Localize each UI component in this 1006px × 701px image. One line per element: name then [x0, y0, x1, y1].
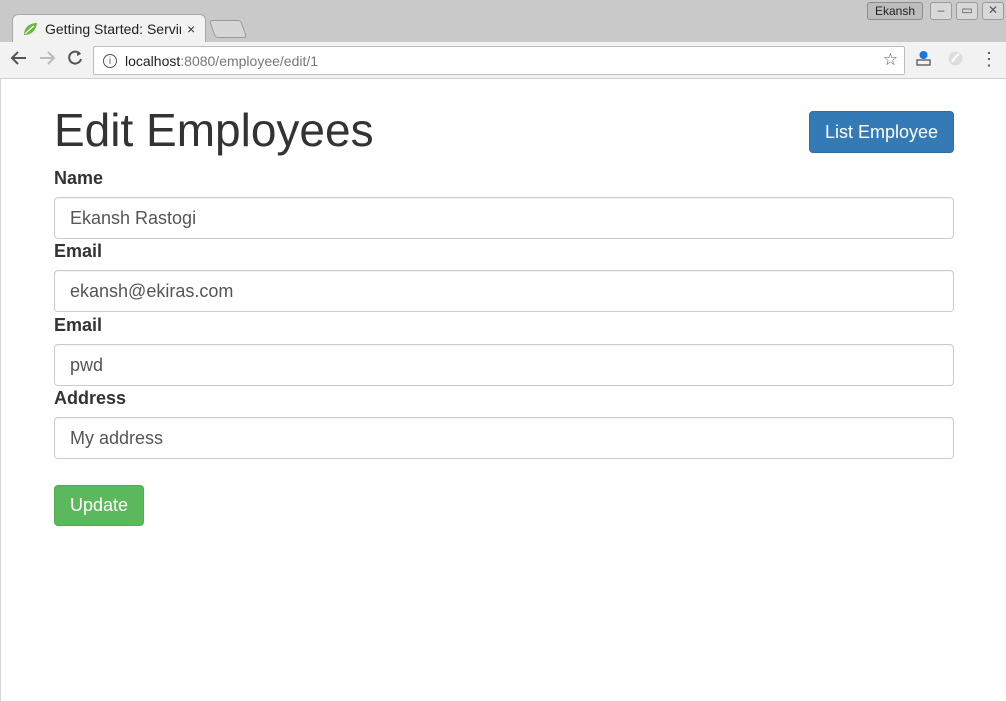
- extension-icon[interactable]: [915, 50, 932, 67]
- tab-close-icon[interactable]: ×: [187, 21, 195, 37]
- password-label: Email: [54, 315, 103, 335]
- email-label: Email: [54, 241, 103, 261]
- url-text[interactable]: localhost:8080/employee/edit/1: [125, 53, 318, 69]
- email-input[interactable]: ekansh@ekiras.com: [54, 270, 954, 312]
- minimize-button[interactable]: –: [930, 2, 952, 20]
- new-tab-button[interactable]: [208, 20, 248, 38]
- close-window-button[interactable]: ✕: [982, 2, 1004, 20]
- browser-title-bar: Getting Started: Serving Web Content × E…: [0, 0, 1006, 43]
- reload-icon[interactable]: [64, 49, 86, 71]
- address-bar[interactable]: i localhost:8080/employee/edit/1 ☆: [93, 46, 905, 75]
- tab-title: Getting Started: Serving Web Content: [45, 21, 181, 37]
- info-icon[interactable]: i: [103, 53, 117, 68]
- password-input[interactable]: pwd: [54, 344, 954, 386]
- back-arrow-icon[interactable]: [8, 49, 30, 71]
- name-input[interactable]: Ekansh Rastogi: [54, 197, 954, 239]
- bookmark-star-icon[interactable]: ☆: [883, 50, 898, 70]
- tab-content[interactable]: Getting Started: Serving Web Content ×: [22, 18, 198, 40]
- forward-arrow-icon[interactable]: [36, 49, 58, 71]
- address-input[interactable]: My address: [54, 417, 954, 459]
- extension-gray-icon[interactable]: [947, 50, 964, 67]
- name-label: Name: [54, 168, 104, 188]
- maximize-button[interactable]: ▭: [956, 2, 978, 20]
- spring-leaf-icon: [24, 23, 37, 35]
- page-content: Edit Employees List Employee Name Ekansh…: [0, 79, 1006, 701]
- page-title: Edit Employees: [54, 104, 374, 156]
- profile-button[interactable]: Ekansh: [867, 2, 923, 20]
- update-button[interactable]: Update: [54, 485, 144, 526]
- address-label: Address: [54, 388, 127, 408]
- more-vert-icon[interactable]: ⋮: [980, 48, 998, 72]
- list-employee-button[interactable]: List Employee: [809, 111, 954, 153]
- browser-toolbar: i localhost:8080/employee/edit/1 ☆ ⋮: [0, 42, 1006, 79]
